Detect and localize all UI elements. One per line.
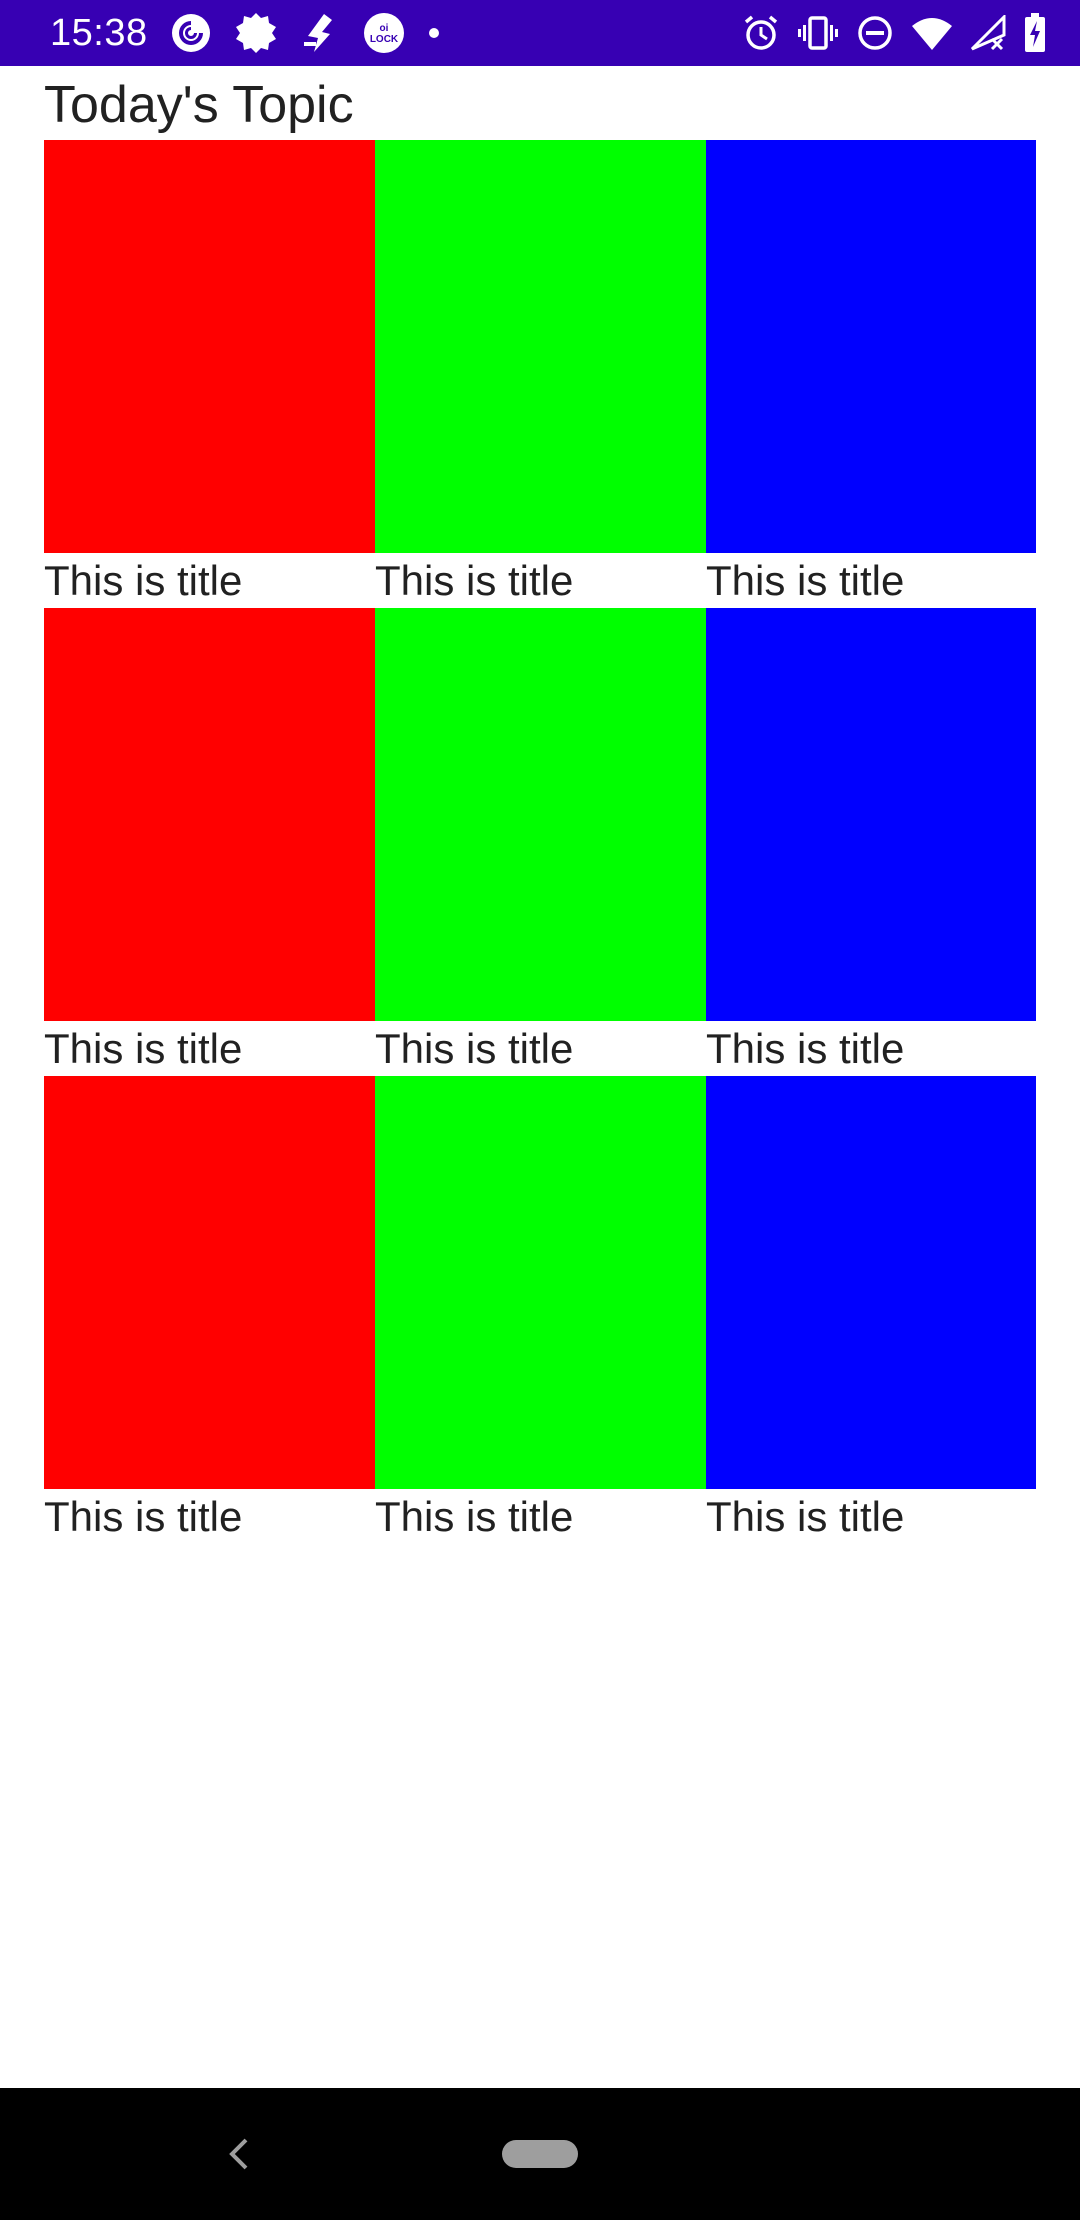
home-pill-icon[interactable]: [502, 2140, 578, 2168]
oilock-icon: oi LOCK: [364, 13, 404, 53]
status-left-icons: oi LOCK: [170, 11, 462, 55]
topic-title: This is title: [706, 1493, 905, 1540]
topic-title: This is title: [375, 557, 574, 604]
status-time: 15:38: [50, 12, 148, 54]
page-title: Today's Topic: [44, 76, 354, 134]
grid-row: This is title This is title This is titl…: [44, 1076, 1036, 1544]
grid-row: This is title This is title This is titl…: [44, 608, 1036, 1076]
settings-badge-icon: [236, 13, 276, 53]
topic-image: [44, 140, 375, 553]
battery-charging-icon: [1025, 13, 1045, 52]
fitness-app-icon: [304, 14, 332, 52]
back-icon[interactable]: [222, 2134, 254, 2174]
topic-title: This is title: [706, 1025, 905, 1072]
pocketcasts-icon: [172, 14, 210, 52]
topic-card[interactable]: This is title: [44, 608, 375, 1076]
alarm-icon: [744, 15, 778, 50]
topic-card[interactable]: This is title: [375, 608, 706, 1076]
no-signal-icon: [970, 15, 1006, 51]
status-right-icons: [724, 11, 1046, 55]
vibrate-icon: [798, 16, 838, 50]
notification-dot-icon: [429, 28, 439, 38]
topic-title: This is title: [375, 1025, 574, 1072]
topic-image: [706, 140, 1036, 553]
topic-card[interactable]: This is title: [706, 140, 1036, 608]
topic-image: [706, 1076, 1036, 1489]
topic-image: [375, 140, 706, 553]
grid-row: This is title This is title This is titl…: [44, 140, 1036, 608]
topic-card[interactable]: This is title: [44, 1076, 375, 1544]
status-bar: 15:38 oi LOCK: [0, 0, 1080, 66]
topic-image: [375, 608, 706, 1021]
topic-card[interactable]: This is title: [706, 1076, 1036, 1544]
topic-card[interactable]: This is title: [375, 1076, 706, 1544]
topic-title: This is title: [706, 557, 905, 604]
topic-image: [706, 608, 1036, 1021]
topic-image: [375, 1076, 706, 1489]
topic-title: This is title: [44, 557, 243, 604]
navigation-bar: [0, 2088, 1080, 2220]
topic-title: This is title: [44, 1025, 243, 1072]
wifi-icon: [912, 18, 952, 50]
topic-image: [44, 1076, 375, 1489]
topic-grid: This is title This is title This is titl…: [44, 140, 1036, 1544]
topic-image: [44, 608, 375, 1021]
topic-card[interactable]: This is title: [44, 140, 375, 608]
topic-title: This is title: [375, 1493, 574, 1540]
svg-text:oi: oi: [380, 23, 389, 34]
topic-card[interactable]: This is title: [706, 608, 1036, 1076]
do-not-disturb-icon: [858, 16, 892, 50]
svg-text:LOCK: LOCK: [370, 34, 399, 45]
topic-card[interactable]: This is title: [375, 140, 706, 608]
topic-title: This is title: [44, 1493, 243, 1540]
